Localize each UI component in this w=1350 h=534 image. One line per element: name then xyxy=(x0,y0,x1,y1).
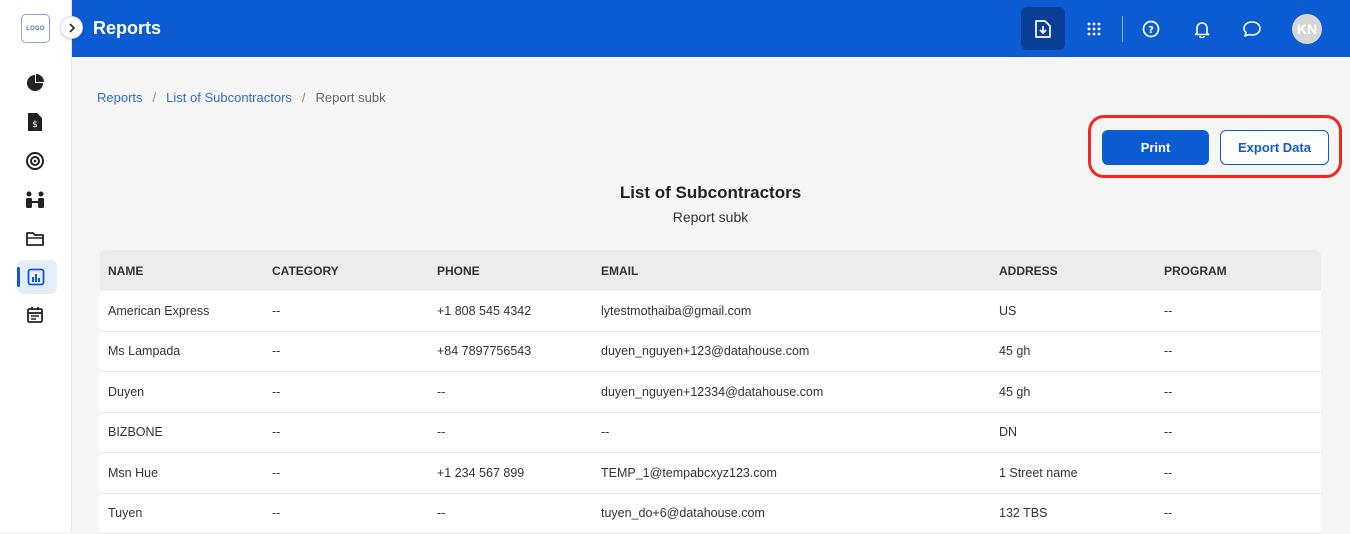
invoice-icon[interactable]: $ xyxy=(22,109,48,135)
cell-program: -- xyxy=(1156,344,1321,358)
column-header-address[interactable]: ADDRESS xyxy=(991,264,1156,278)
svg-text:$: $ xyxy=(32,120,38,130)
cell-category: -- xyxy=(264,506,429,520)
table-row[interactable]: Msn Hue--+1 234 567 899TEMP_1@tempabcxyz… xyxy=(100,453,1321,494)
cell-program: -- xyxy=(1156,425,1321,439)
cell-category: -- xyxy=(264,304,429,318)
cell-program: -- xyxy=(1156,385,1321,399)
topbar-divider xyxy=(1122,16,1123,42)
cell-phone: +1 808 545 4342 xyxy=(429,304,593,318)
calendar-icon[interactable] xyxy=(22,302,48,328)
breadcrumb: Reports / List of Subcontractors / Repor… xyxy=(97,90,386,105)
cell-category: -- xyxy=(264,466,429,480)
table-row[interactable]: Tuyen----tuyen_do+6@datahouse.com132 TBS… xyxy=(100,494,1321,534)
column-header-program[interactable]: PROGRAM xyxy=(1156,264,1321,278)
breadcrumb-reports-link[interactable]: Reports xyxy=(97,90,143,105)
cell-email: tuyen_do+6@datahouse.com xyxy=(593,506,991,520)
cell-name: American Express xyxy=(100,304,264,318)
cell-email: duyen_nguyen+123@datahouse.com xyxy=(593,344,991,358)
cell-category: -- xyxy=(264,385,429,399)
report-title: List of Subcontractors xyxy=(100,183,1321,203)
download-icon[interactable] xyxy=(1028,14,1058,44)
nav-active-indicator xyxy=(17,267,20,287)
cell-name: Duyen xyxy=(100,385,264,399)
table-header: NAME CATEGORY PHONE EMAIL ADDRESS PROGRA… xyxy=(100,250,1321,291)
cell-address: 1 Street name xyxy=(991,466,1156,480)
cell-email: -- xyxy=(593,425,991,439)
target-icon[interactable] xyxy=(22,148,48,174)
column-header-email[interactable]: EMAIL xyxy=(593,264,991,278)
folder-icon[interactable] xyxy=(22,226,48,252)
cell-category: -- xyxy=(264,425,429,439)
page-title: Reports xyxy=(93,18,161,39)
cell-phone: +84 7897756543 xyxy=(429,344,593,358)
cell-category: -- xyxy=(264,344,429,358)
chevron-right-icon xyxy=(68,23,76,33)
table-row[interactable]: Duyen----duyen_nguyen+12334@datahouse.co… xyxy=(100,372,1321,413)
chat-icon[interactable] xyxy=(1237,14,1267,44)
cell-name: Tuyen xyxy=(100,506,264,520)
apps-grid-icon[interactable] xyxy=(1079,14,1109,44)
subcontractors-table: NAME CATEGORY PHONE EMAIL ADDRESS PROGRA… xyxy=(100,250,1321,534)
export-data-button[interactable]: Export Data xyxy=(1220,130,1329,165)
cell-phone: -- xyxy=(429,506,593,520)
cell-address: 45 gh xyxy=(991,385,1156,399)
user-avatar[interactable]: KN xyxy=(1292,14,1322,44)
sidebar-toggle-button[interactable] xyxy=(60,16,83,39)
print-button[interactable]: Print xyxy=(1102,130,1209,165)
cell-program: -- xyxy=(1156,304,1321,318)
cell-email: lytestmothaiba@gmail.com xyxy=(593,304,991,318)
cell-phone: +1 234 567 899 xyxy=(429,466,593,480)
cell-email: duyen_nguyen+12334@datahouse.com xyxy=(593,385,991,399)
table-row[interactable]: BIZBONE------DN-- xyxy=(100,413,1321,454)
breadcrumb-separator: / xyxy=(302,90,306,105)
breadcrumb-separator: / xyxy=(153,90,157,105)
table-row[interactable]: Ms Lampada--+84 7897756543duyen_nguyen+1… xyxy=(100,332,1321,373)
cell-address: DN xyxy=(991,425,1156,439)
column-header-name[interactable]: NAME xyxy=(100,264,264,278)
bell-icon[interactable] xyxy=(1187,14,1217,44)
top-bar: Reports ? KN xyxy=(72,0,1350,57)
svg-text:?: ? xyxy=(1148,25,1154,36)
table-body: American Express--+1 808 545 4342lytestm… xyxy=(100,291,1321,534)
logo: LOGO xyxy=(21,14,50,43)
breadcrumb-current: Report subk xyxy=(316,90,386,105)
table-row[interactable]: American Express--+1 808 545 4342lytestm… xyxy=(100,291,1321,332)
cell-program: -- xyxy=(1156,466,1321,480)
cell-name: BIZBONE xyxy=(100,425,264,439)
cell-email: TEMP_1@tempabcxyz123.com xyxy=(593,466,991,480)
cell-phone: -- xyxy=(429,385,593,399)
report-chart-icon[interactable] xyxy=(23,264,49,290)
column-header-phone[interactable]: PHONE xyxy=(429,264,593,278)
cell-name: Msn Hue xyxy=(100,466,264,480)
pie-chart-icon[interactable] xyxy=(22,70,48,96)
sidebar: LOGO $ xyxy=(0,0,72,532)
column-header-category[interactable]: CATEGORY xyxy=(264,264,429,278)
cell-address: 45 gh xyxy=(991,344,1156,358)
cell-address: US xyxy=(991,304,1156,318)
help-icon[interactable]: ? xyxy=(1136,14,1166,44)
report-subtitle: Report subk xyxy=(100,209,1321,225)
cell-phone: -- xyxy=(429,425,593,439)
breadcrumb-subcontractors-link[interactable]: List of Subcontractors xyxy=(166,90,292,105)
cell-address: 132 TBS xyxy=(991,506,1156,520)
cell-program: -- xyxy=(1156,506,1321,520)
team-icon[interactable] xyxy=(22,187,48,213)
cell-name: Ms Lampada xyxy=(100,344,264,358)
